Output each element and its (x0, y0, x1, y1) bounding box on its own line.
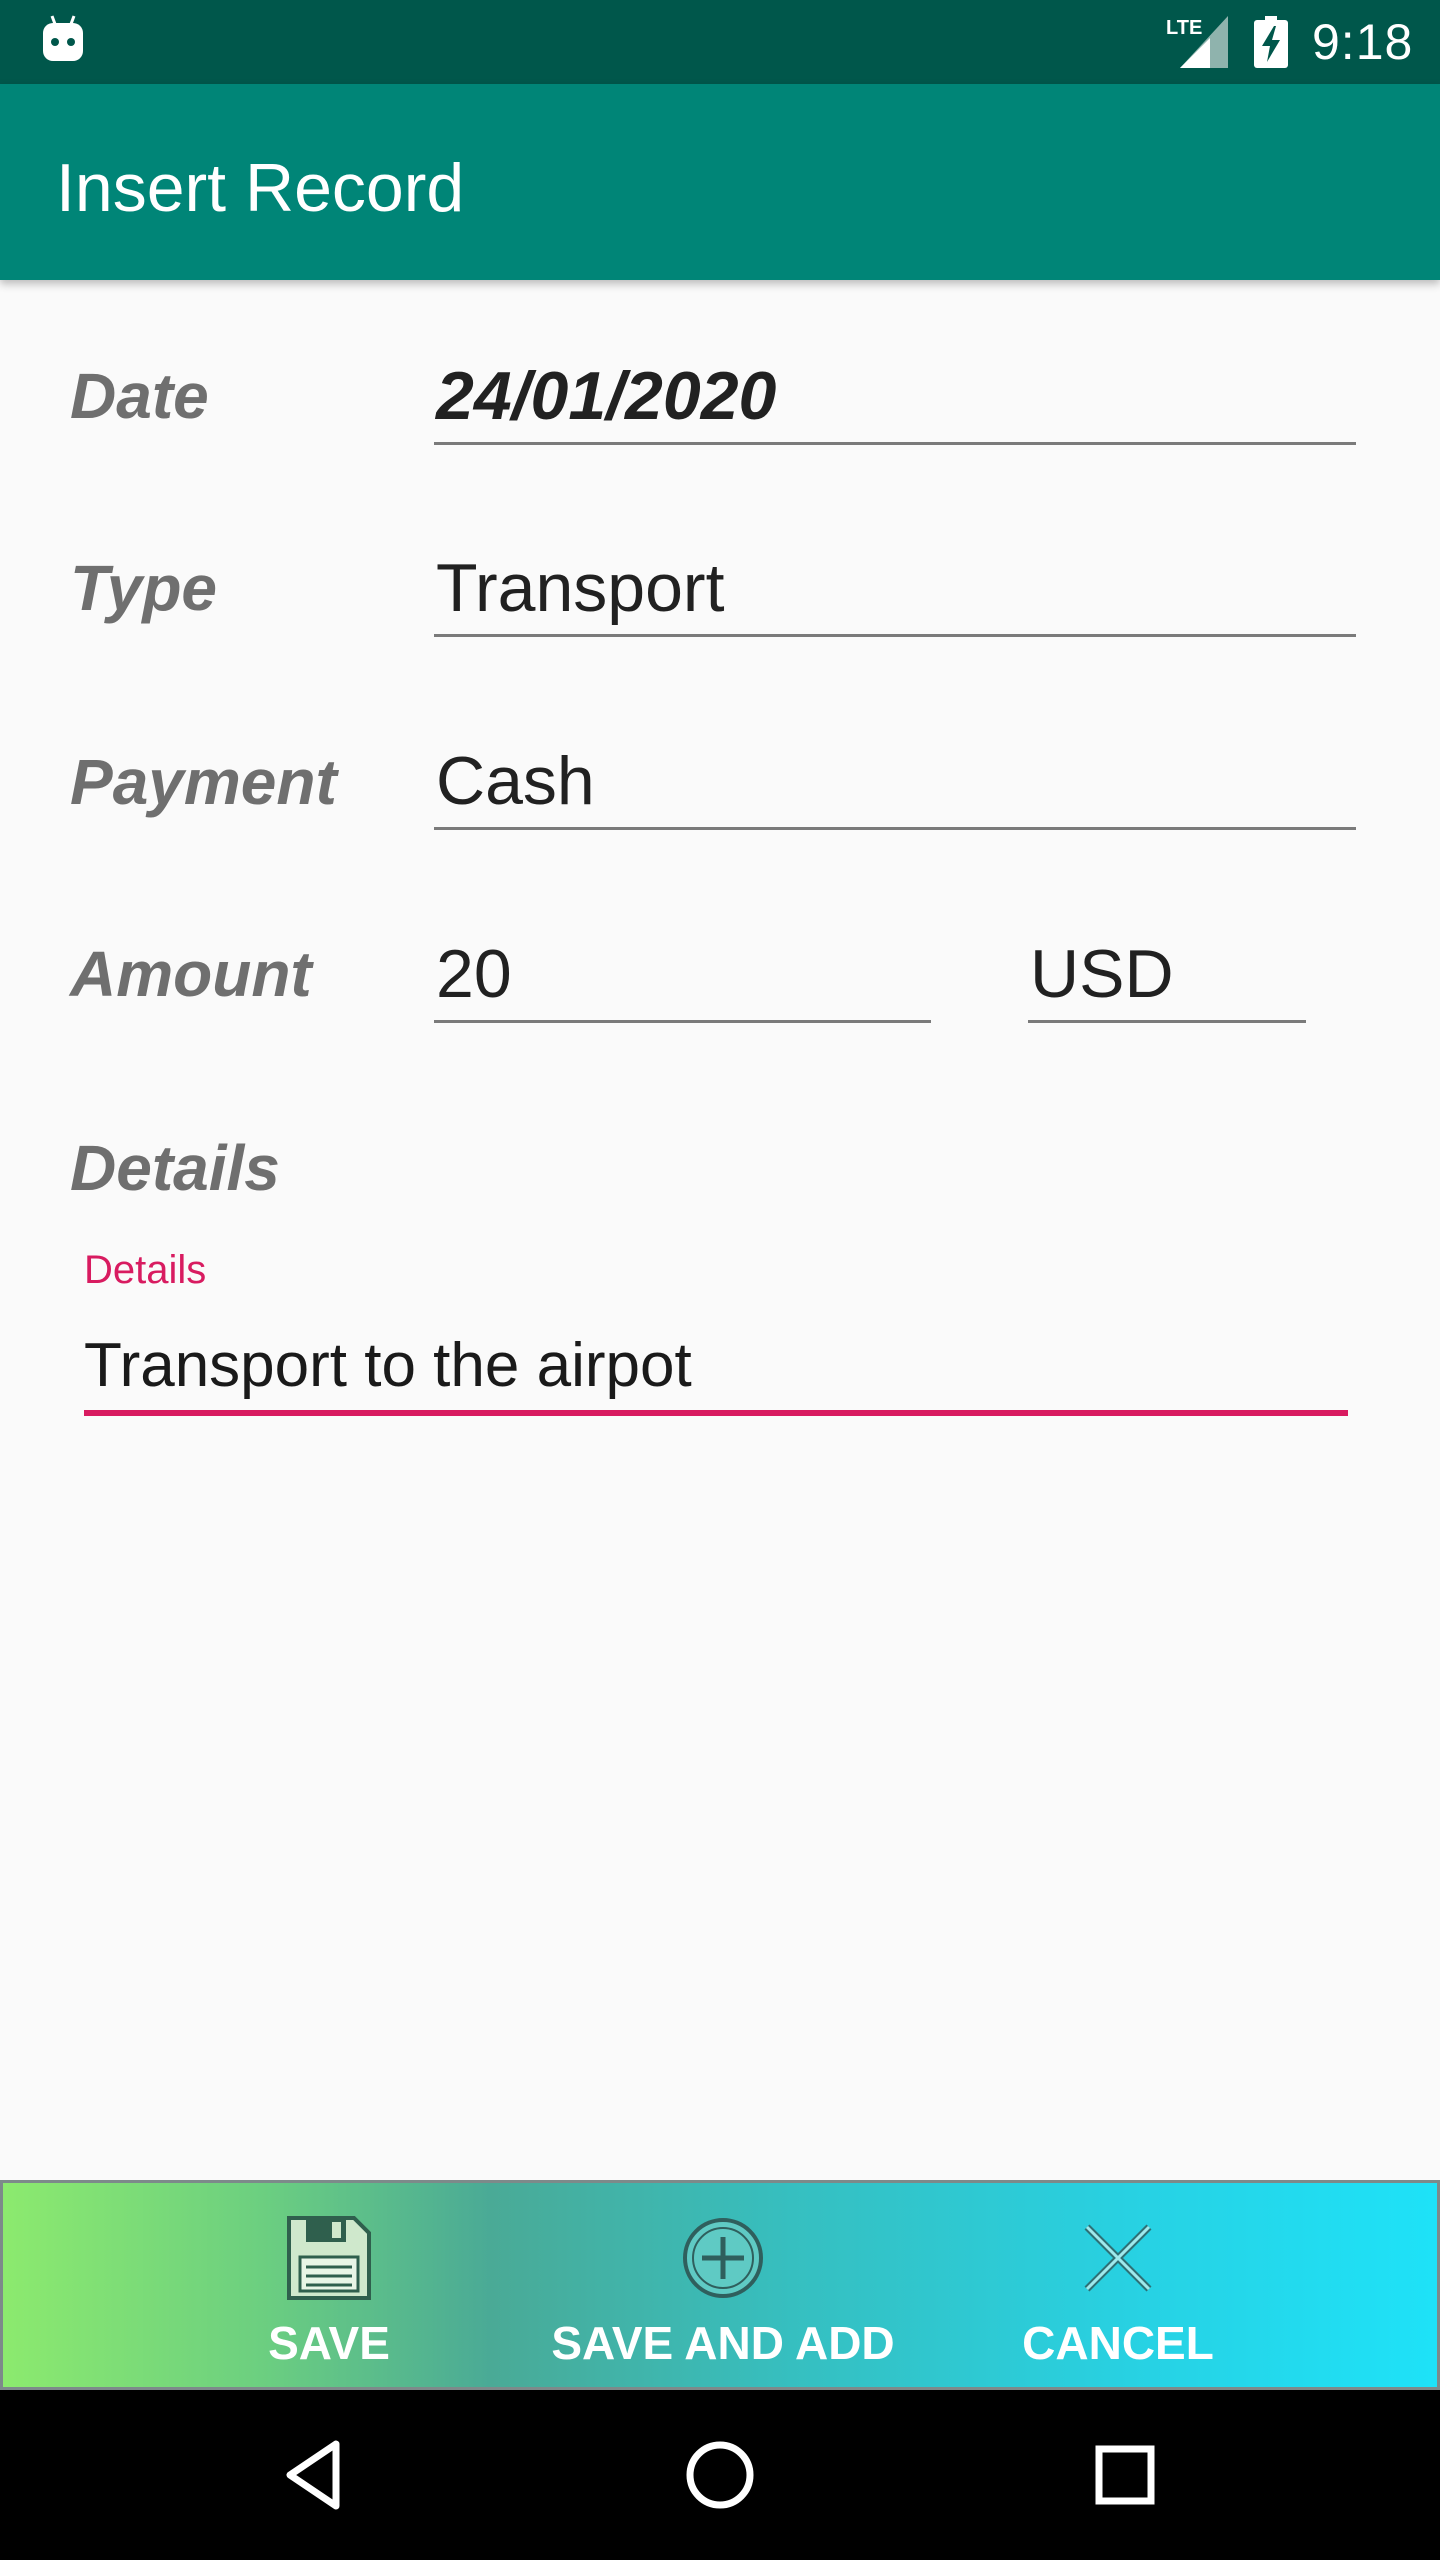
save-button[interactable]: SAVE (229, 2183, 429, 2387)
date-value: 24/01/2020 (436, 358, 777, 434)
cancel-button-label: CANCEL (1022, 2317, 1214, 2369)
lte-signal-icon: LTE (1166, 16, 1228, 68)
recents-icon[interactable] (1080, 2430, 1170, 2520)
payment-value: Cash (436, 743, 595, 819)
currency-value: USD (1030, 936, 1174, 1012)
payment-field[interactable]: Cash (434, 733, 1356, 830)
app-bar: Insert Record (0, 84, 1440, 280)
navigation-bar (0, 2390, 1440, 2560)
cancel-button[interactable]: CANCEL (1003, 2183, 1233, 2387)
action-bar: SAVE SAVE AND ADD CANCEL (0, 2180, 1440, 2390)
save-button-label: SAVE (268, 2317, 390, 2369)
status-clock: 9:18 (1312, 14, 1414, 70)
back-icon[interactable] (270, 2430, 360, 2520)
save-and-add-button-label: SAVE AND ADD (551, 2317, 895, 2369)
plus-circle-icon (683, 2218, 763, 2298)
home-icon[interactable] (675, 2430, 765, 2520)
android-icon (43, 15, 83, 61)
save-and-add-button[interactable]: SAVE AND ADD (533, 2183, 913, 2387)
status-bar: LTE 9:18 (0, 0, 1440, 84)
close-icon (1084, 2224, 1152, 2292)
date-field[interactable]: 24/01/2020 (434, 348, 1356, 445)
amount-label: Amount (70, 938, 312, 1010)
date-label: Date (70, 360, 209, 432)
details-floating-label: Details (84, 1248, 207, 1292)
details-label: Details (70, 1132, 280, 1204)
type-field[interactable]: Transport (434, 540, 1356, 637)
type-label: Type (70, 552, 217, 624)
details-value: Transport to the airpot (84, 1331, 692, 1400)
page-title: Insert Record (56, 150, 465, 226)
amount-value: 20 (436, 936, 512, 1012)
battery-charging-icon (1254, 16, 1288, 68)
currency-field[interactable]: USD (1028, 926, 1306, 1023)
floppy-disk-icon (287, 2216, 371, 2300)
network-label: LTE (1166, 17, 1202, 39)
amount-field[interactable]: 20 (434, 926, 931, 1023)
details-input[interactable]: Transport to the airpot (84, 1316, 1348, 1416)
type-value: Transport (436, 550, 725, 626)
payment-label: Payment (70, 746, 337, 818)
